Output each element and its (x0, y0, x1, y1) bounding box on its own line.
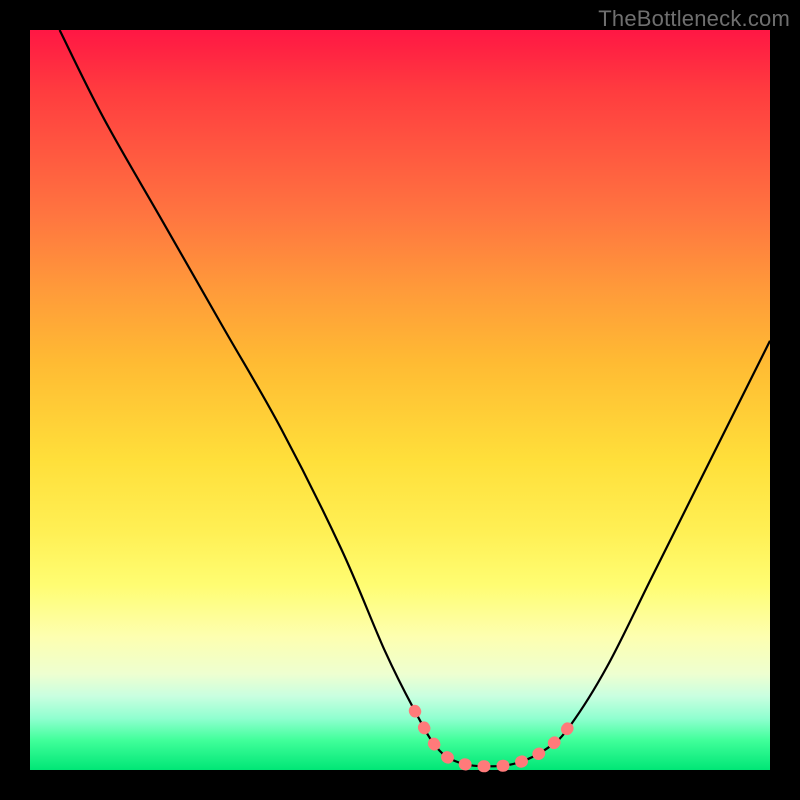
chart-frame: TheBottleneck.com (0, 0, 800, 800)
watermark-text: TheBottleneck.com (598, 6, 790, 32)
plot-area (30, 30, 770, 770)
optimal-range-marker (415, 711, 570, 767)
curve-layer (30, 30, 770, 770)
bottleneck-curve (60, 30, 770, 766)
